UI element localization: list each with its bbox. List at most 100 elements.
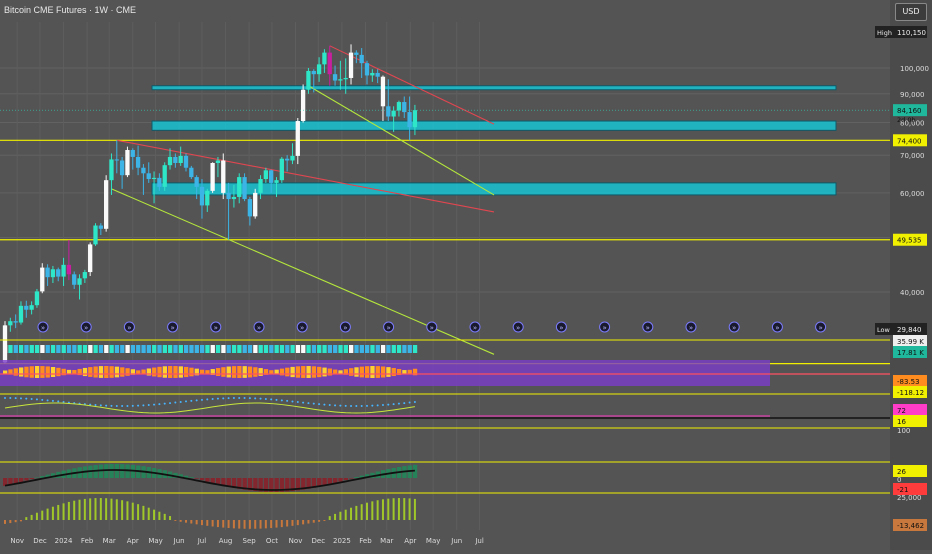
momentum-dot xyxy=(387,404,389,406)
high-price-label: 110,150 xyxy=(897,29,926,37)
histogram-bar xyxy=(89,498,91,520)
volume-bar xyxy=(392,345,396,353)
volume-bar xyxy=(195,345,199,353)
currency-button[interactable]: USD xyxy=(895,3,927,21)
candle-body xyxy=(322,53,326,65)
oscillator-bar xyxy=(56,368,60,376)
last-price-label: 84,160 xyxy=(897,107,922,115)
oscillator-bar xyxy=(216,368,220,376)
oscillator-bar xyxy=(88,367,92,377)
momentum-dot xyxy=(409,402,411,404)
momentum-dot xyxy=(254,397,256,399)
histogram-bar xyxy=(275,520,277,528)
candle-body xyxy=(375,73,379,77)
oscillator-bar xyxy=(237,366,241,378)
volume-bar xyxy=(136,345,140,353)
momentum-dot xyxy=(355,405,357,407)
histogram-bar xyxy=(307,520,309,524)
histogram-bar xyxy=(9,520,11,523)
candle-body xyxy=(61,265,65,277)
candle-body xyxy=(173,157,177,163)
momentum-dot xyxy=(281,399,283,401)
momentum-dot xyxy=(212,398,214,400)
oscillator-bar xyxy=(93,366,97,377)
low-price-label: 29,840 xyxy=(897,326,922,334)
oscillator-bar xyxy=(243,366,247,378)
oscillator-bar xyxy=(248,367,252,378)
oscillator-bar xyxy=(370,366,374,378)
candle-body xyxy=(274,180,278,183)
candle-body xyxy=(370,73,374,76)
momentum-dot xyxy=(393,403,395,405)
histogram-bar xyxy=(47,509,49,520)
x-tick-label: Jul xyxy=(474,537,484,545)
momentum-dot xyxy=(361,405,363,407)
chart-canvas[interactable]: 40,00050,00060,00070,00080,00090,000100,… xyxy=(0,0,932,550)
histogram-bar xyxy=(180,520,182,522)
volume-bar xyxy=(397,345,401,353)
histogram-bar xyxy=(339,512,341,520)
volume-bar xyxy=(365,345,369,353)
histogram-label: -13,462 xyxy=(897,522,924,530)
candle-body xyxy=(77,278,81,284)
oscillator-bar xyxy=(40,366,44,378)
histogram-bar xyxy=(323,520,325,521)
candle-body xyxy=(205,191,209,206)
histogram-bar xyxy=(41,511,43,520)
event-marker-icon: » xyxy=(516,324,520,332)
volume-bar xyxy=(67,345,71,353)
oscillator-bar xyxy=(317,367,321,377)
histogram-bar xyxy=(270,520,272,528)
volume-bar xyxy=(8,345,12,353)
histogram-bar xyxy=(382,499,384,520)
momentum-dot xyxy=(233,397,235,399)
histogram-bar xyxy=(169,516,171,520)
oscillator-bar xyxy=(72,370,76,374)
volume-bar xyxy=(370,345,374,353)
candle-body xyxy=(179,156,183,163)
volume-bar xyxy=(264,345,268,353)
volume-bar xyxy=(3,345,7,353)
histogram-bar xyxy=(249,520,251,529)
momentum-dot xyxy=(334,404,336,406)
histogram-bar xyxy=(238,520,240,529)
x-tick-label: Nov xyxy=(10,537,24,545)
volume-bar xyxy=(62,345,66,353)
histogram-bar xyxy=(414,499,416,520)
volume-bar xyxy=(72,345,76,353)
histogram-bar xyxy=(233,520,235,528)
supply-demand-zone xyxy=(152,121,836,130)
momentum-dot xyxy=(57,400,59,402)
oscillator-bar xyxy=(269,370,273,374)
momentum-dot xyxy=(100,404,102,406)
candle-body xyxy=(258,179,262,193)
candle-body xyxy=(157,178,161,187)
histogram-bar xyxy=(201,520,203,525)
oscillator-bar xyxy=(104,366,108,378)
histogram-bar xyxy=(121,500,123,520)
candle-body xyxy=(29,305,33,310)
momentum-dot xyxy=(47,399,49,401)
volume-bar xyxy=(104,345,108,353)
volume-bar xyxy=(200,345,204,353)
volume-bar xyxy=(221,345,225,353)
volume-bar xyxy=(78,345,82,353)
candle-body xyxy=(349,53,353,78)
macd-bar xyxy=(333,478,337,483)
candle-body xyxy=(109,159,113,180)
momentum-dot xyxy=(329,404,331,406)
event-marker-icon: » xyxy=(257,324,261,332)
histogram-bar xyxy=(393,498,395,520)
momentum-dot xyxy=(313,403,315,405)
event-marker-icon: » xyxy=(775,324,779,332)
volume-bar xyxy=(14,345,18,353)
momentum-dot xyxy=(286,400,288,402)
x-tick-label: Feb xyxy=(359,537,372,545)
x-tick-label: Apr xyxy=(127,537,139,545)
momentum-dot xyxy=(249,397,251,399)
oscillator-bar xyxy=(338,370,342,373)
macd-bar xyxy=(30,478,34,479)
momentum-dot xyxy=(382,404,384,406)
oscillator-bar xyxy=(360,367,364,378)
x-tick-label: Feb xyxy=(81,537,94,545)
